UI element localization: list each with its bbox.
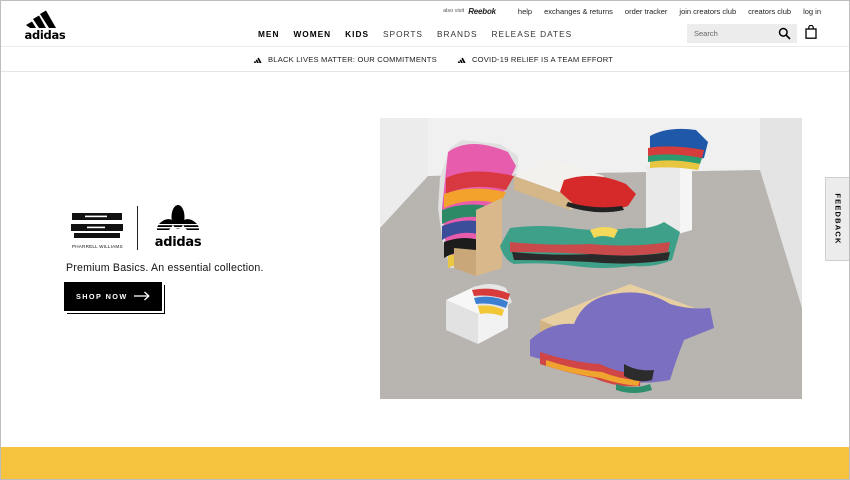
trefoil-icon — [154, 205, 202, 234]
adidas-logo[interactable]: adidas — [23, 10, 67, 42]
announcement-covid[interactable]: COVID-19 RELIEF IS A TEAM EFFORT — [457, 55, 613, 64]
site-header: adidas also visit Reebok help exchanges … — [0, 0, 850, 47]
announcement-text: BLACK LIVES MATTER: OUR COMMITMENTS — [268, 55, 437, 64]
stripes-icon — [253, 57, 262, 63]
join-creators-club-link[interactable]: join creators club — [679, 7, 736, 16]
folded-sweaters-photo — [380, 118, 802, 399]
three-stripes-icon — [26, 10, 56, 28]
hero-image[interactable] — [380, 118, 802, 399]
also-visit-label: also visit — [443, 8, 465, 14]
promo-band — [0, 447, 850, 480]
reebok-link[interactable]: Reebok — [468, 7, 496, 16]
stripes-icon — [457, 57, 466, 63]
lockup-divider — [137, 206, 138, 250]
hero-tagline: Premium Basics. An essential collection. — [66, 262, 264, 274]
order-tracker-link[interactable]: order tracker — [625, 7, 668, 16]
search-icon[interactable] — [778, 27, 791, 40]
shopping-bag-icon[interactable] — [805, 25, 817, 39]
collab-lockup: PHARRELL WILLIAMS adidas — [71, 204, 203, 252]
feedback-label: FEEDBACK — [833, 193, 843, 245]
shop-now-button[interactable]: SHOP NOW — [64, 282, 162, 311]
arrow-right-icon — [134, 291, 150, 301]
brand-wordmark: adidas — [154, 235, 202, 250]
collab-partner-name: PHARRELL WILLIAMS — [72, 244, 123, 249]
also-visit[interactable]: also visit Reebok — [443, 7, 496, 16]
log-in-link[interactable]: log in — [803, 7, 821, 16]
nav-item-men[interactable]: MEN — [258, 29, 279, 39]
nav-item-release-dates[interactable]: RELEASE DATES — [492, 29, 573, 39]
exchanges-returns-link[interactable]: exchanges & returns — [544, 7, 613, 16]
nav-item-kids[interactable]: KIDS — [345, 29, 369, 39]
logo-wordmark: adidas — [24, 28, 66, 42]
search-input[interactable]: Search — [687, 24, 797, 43]
search-placeholder: Search — [694, 29, 718, 38]
announcement-bar: BLACK LIVES MATTER: OUR COMMITMENTS COVI… — [0, 48, 850, 72]
shop-now-label: SHOP NOW — [76, 292, 128, 301]
creators-club-link[interactable]: creators club — [748, 7, 791, 16]
announcement-text: COVID-19 RELIEF IS A TEAM EFFORT — [472, 55, 614, 64]
pharrell-williams-logo — [71, 213, 123, 238]
utility-links: also visit Reebok help exchanges & retur… — [443, 5, 821, 17]
help-link[interactable]: help — [518, 7, 532, 16]
announcement-blm[interactable]: BLACK LIVES MATTER: OUR COMMITMENTS — [253, 55, 437, 64]
nav-item-sports[interactable]: SPORTS — [383, 29, 423, 39]
nav-item-brands[interactable]: BRANDS — [437, 29, 478, 39]
feedback-tab[interactable]: FEEDBACK — [825, 177, 850, 261]
main-nav: MEN WOMEN KIDS SPORTS BRANDS RELEASE DAT… — [258, 29, 572, 39]
nav-item-women[interactable]: WOMEN — [293, 29, 331, 39]
